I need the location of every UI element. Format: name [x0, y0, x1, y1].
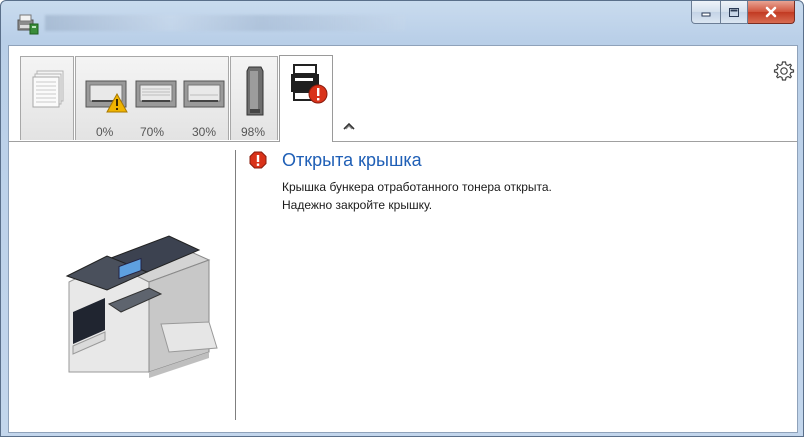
close-button[interactable]: [748, 1, 795, 24]
chevron-up-icon[interactable]: [343, 122, 355, 130]
toner-level: 98%: [241, 125, 266, 139]
tab-status[interactable]: [279, 55, 333, 142]
maximize-button[interactable]: [721, 1, 748, 24]
tab-trays[interactable]: 0% 70% 30%: [75, 56, 229, 140]
tab-toner[interactable]: 98%: [230, 56, 278, 140]
paper-tray-icon: [183, 80, 225, 108]
paper-stack-icon: [32, 70, 64, 108]
tab-paper[interactable]: [20, 56, 74, 140]
tab-strip: 0% 70% 30% 98%: [9, 46, 797, 142]
title-bar[interactable]: [1, 1, 803, 45]
warning-icon: [106, 93, 128, 113]
gear-icon[interactable]: [772, 59, 796, 83]
panel-divider: [235, 150, 236, 420]
printer-app-icon: [17, 14, 39, 35]
minimize-button[interactable]: [691, 1, 721, 24]
window-title: [45, 15, 405, 31]
toner-cartridge-icon: [246, 66, 264, 116]
close-icon: [765, 6, 777, 18]
tray-level-2: 70%: [140, 125, 165, 139]
printer-illustration: [65, 235, 218, 378]
paper-tray-icon: [135, 80, 177, 108]
status-message-line-2: Надежно закройте крышку.: [282, 198, 433, 212]
maximize-icon: [729, 7, 739, 17]
status-window: 0% 70% 30% 98% Открыта крышка Крышка бун…: [0, 0, 804, 437]
client-area: 0% 70% 30% 98% Открыта крышка Крышка бун…: [8, 45, 798, 433]
status-title: Открыта крышка: [282, 150, 422, 170]
tray-level-1: 0%: [96, 125, 114, 139]
caption-buttons: [691, 1, 795, 25]
status-message-line-1: Крышка бункера отработанного тонера откр…: [282, 180, 552, 194]
tray-level-3: 30%: [192, 125, 217, 139]
minimize-icon: [701, 12, 711, 17]
status-panel: Открыта крышка Крышка бункера отработанн…: [9, 142, 797, 432]
printer-error-icon: [291, 64, 328, 104]
error-icon: [249, 151, 267, 169]
